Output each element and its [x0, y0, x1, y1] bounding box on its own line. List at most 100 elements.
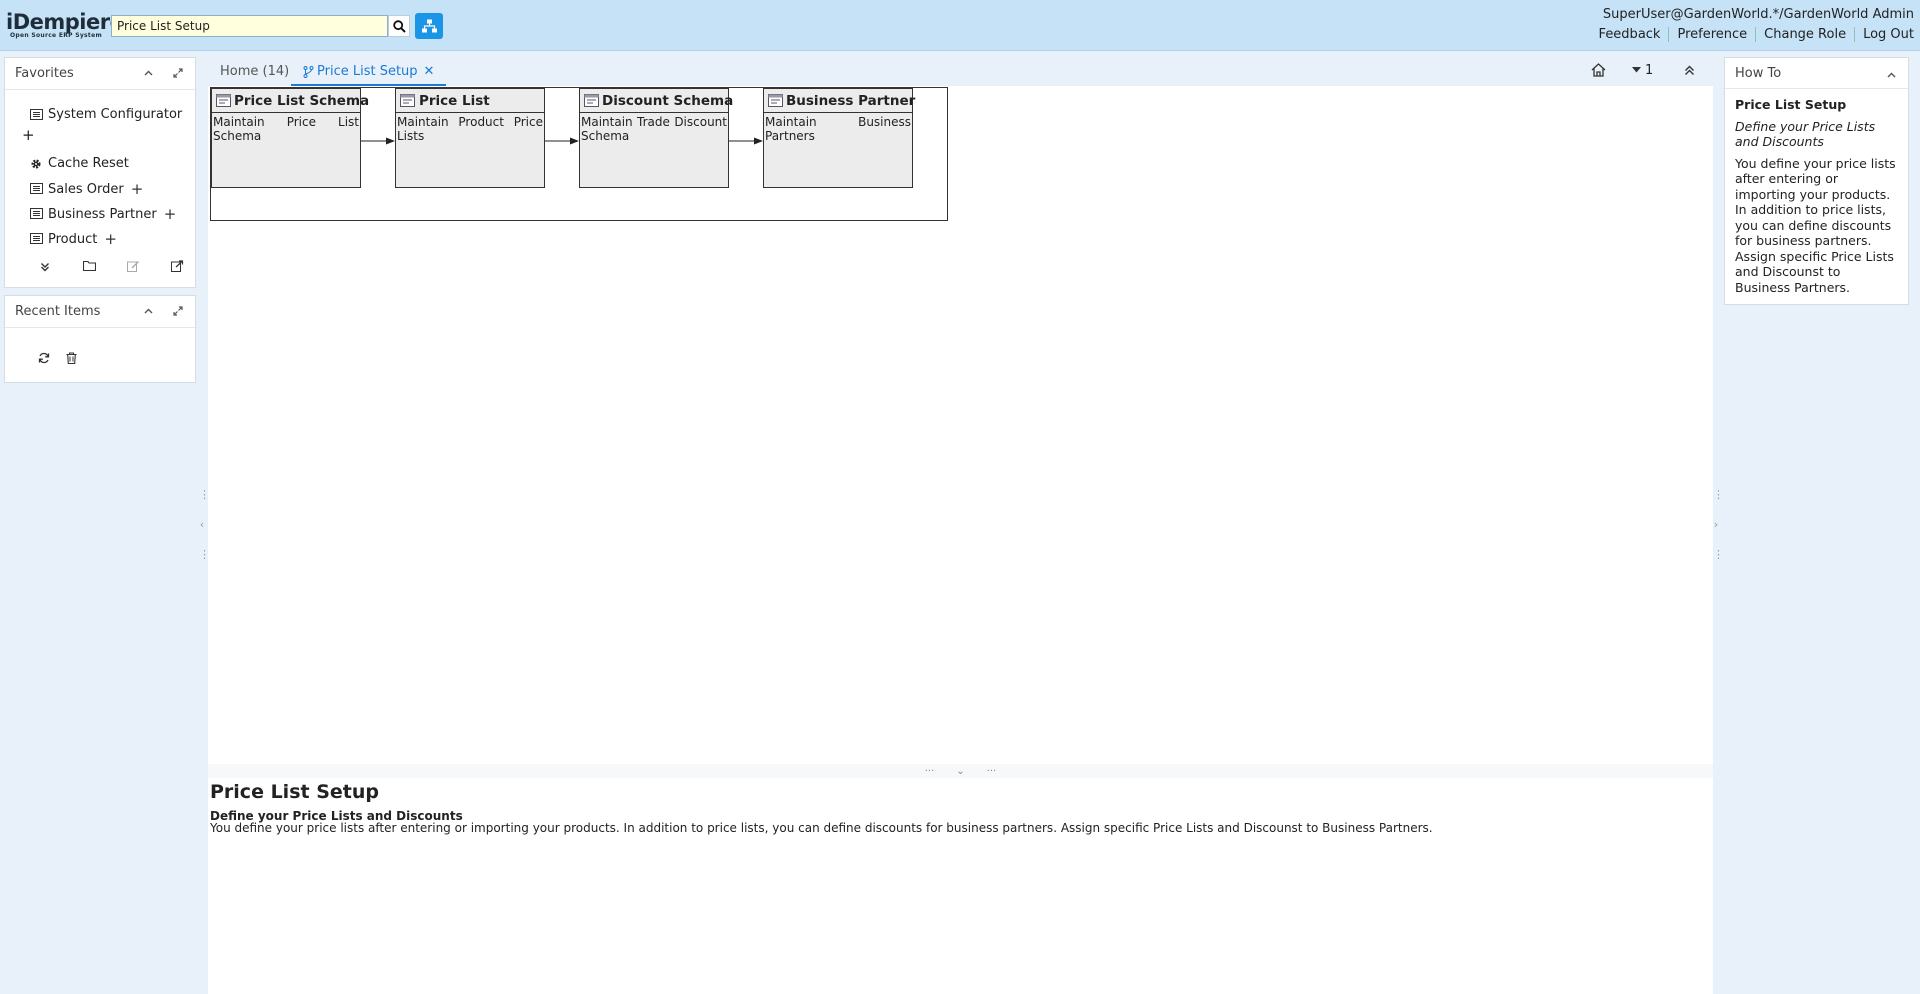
workflow-node-business-partner[interactable]: Business Partner Maintain Business Partn… — [763, 88, 916, 188]
share-button[interactable] — [171, 260, 184, 275]
expand-all-button[interactable] — [40, 261, 50, 275]
header-links: Feedback Preference Change Role Log Out — [1591, 27, 1914, 42]
workflow-description: You define your price lists after enteri… — [210, 821, 1433, 835]
new-record-button[interactable]: + — [104, 230, 117, 248]
left-splitter-handle[interactable]: ⋮ ‹ ⋮ — [199, 480, 210, 570]
search-button[interactable] — [388, 15, 410, 37]
chevron-up-icon — [144, 308, 152, 314]
open-window-count: 1 — [1645, 62, 1654, 78]
recent-items-title: Recent Items — [15, 304, 101, 319]
new-record-button[interactable]: + — [164, 205, 177, 223]
recent-items-panel: Recent Items — [4, 295, 196, 383]
node-description: Maintain Business Partners — [765, 115, 911, 143]
workflow-node-discount-schema[interactable]: Discount Schema Maintain Trade Discount … — [579, 88, 733, 188]
favorite-label: Business Partner — [48, 206, 157, 222]
horizontal-splitter[interactable]: ··· ⌄ ··· — [208, 764, 1713, 778]
app-header: iDempiere Open Source ERP System SuperUs… — [0, 0, 1920, 51]
logout-link[interactable]: Log Out — [1854, 27, 1914, 42]
workflow-arrow — [729, 137, 763, 145]
workflow-diagram: Price List Schema Maintain Price List Sc… — [210, 87, 948, 221]
search-icon — [392, 19, 406, 33]
tab-price-list-setup[interactable]: Price List Setup ✕ — [291, 59, 447, 86]
delete-button[interactable] — [66, 352, 77, 367]
node-title-text: Discount Schema — [602, 92, 734, 109]
splitter-grip: ··· — [986, 765, 997, 777]
main-content: Home (14) Price List Setup ✕ 1 Price Lis… — [208, 54, 1713, 994]
double-chevron-up-icon — [1685, 65, 1694, 75]
preference-link[interactable]: Preference — [1668, 27, 1755, 42]
workflow-node-price-list[interactable]: Price List Maintain Product Price Lists — [395, 88, 545, 188]
node-description: Maintain Trade Discount Schema — [581, 115, 727, 143]
edit-button[interactable] — [127, 260, 140, 275]
window-icon — [584, 93, 599, 108]
maximize-button[interactable] — [171, 304, 185, 318]
window-list-dropdown[interactable]: 1 — [1632, 60, 1653, 80]
window-icon — [30, 108, 44, 121]
collapse-button[interactable] — [141, 304, 155, 318]
node-description: Maintain Product Price Lists — [397, 115, 543, 143]
node-title: Business Partner — [764, 89, 916, 113]
node-title-text: Price List Schema — [234, 92, 370, 109]
gear-icon — [30, 158, 44, 170]
favorites-title: Favorites — [15, 66, 74, 81]
node-title-text: Business Partner — [786, 92, 916, 109]
recent-items-header: Recent Items — [5, 296, 195, 328]
collapse-header-button[interactable] — [1684, 60, 1695, 80]
expand-icon — [173, 68, 183, 78]
folder-icon — [82, 260, 97, 272]
edit-icon — [127, 261, 139, 272]
node-title-text: Price List — [419, 92, 490, 109]
favorites-header: Favorites — [5, 58, 195, 90]
refresh-button[interactable] — [38, 352, 50, 367]
how-to-heading: Price List Setup — [1735, 97, 1847, 112]
chevron-down-icon[interactable]: ⌄ — [956, 766, 964, 777]
window-icon — [30, 233, 44, 245]
workflow-node-price-list-schema[interactable]: Price List Schema Maintain Price List Sc… — [211, 88, 369, 188]
workflow-title: Price List Setup — [210, 781, 379, 803]
expand-icon — [173, 306, 183, 316]
menu-tree-button[interactable] — [415, 13, 443, 39]
favorite-item-product[interactable]: Product + — [30, 230, 117, 248]
workflow-icon — [303, 65, 314, 78]
home-button[interactable] — [1591, 60, 1606, 80]
caret-down-icon — [1632, 67, 1641, 73]
favorite-label: Sales Order — [48, 181, 124, 197]
right-splitter-handle[interactable]: ⋮ › ⋮ — [1713, 480, 1724, 570]
favorite-item-system-configurator[interactable]: System Configurator — [30, 107, 182, 122]
tab-label: Price List Setup — [317, 64, 418, 79]
logo[interactable]: iDempiere Open Source ERP System — [6, 12, 124, 40]
chevron-up-icon — [1887, 72, 1896, 78]
favorite-item-sales-order[interactable]: Sales Order + — [30, 180, 143, 198]
trash-icon — [66, 352, 77, 365]
collapse-button[interactable] — [141, 66, 155, 80]
node-title: Price List Schema — [212, 89, 369, 113]
window-icon — [30, 208, 44, 220]
node-title: Discount Schema — [580, 89, 733, 113]
chevron-up-icon — [144, 70, 152, 76]
how-to-panel: How To Price List Setup Define your Pric… — [1724, 57, 1909, 305]
favorites-panel: Favorites System Configurator + Cache Re… — [4, 57, 196, 288]
home-icon — [1591, 63, 1606, 77]
maximize-button[interactable] — [171, 66, 185, 80]
add-favorite-button[interactable]: + — [22, 126, 35, 144]
tab-bar: Home (14) Price List Setup ✕ 1 — [208, 54, 1713, 86]
splitter-grip: ··· — [924, 765, 935, 777]
favorite-label: Product — [48, 231, 98, 247]
global-search-input[interactable] — [111, 15, 388, 37]
feedback-link[interactable]: Feedback — [1591, 27, 1669, 42]
new-folder-button[interactable] — [82, 260, 97, 274]
tab-home[interactable]: Home (14) — [208, 59, 301, 86]
close-tab-button[interactable]: ✕ — [424, 64, 435, 79]
window-icon — [768, 93, 783, 108]
collapse-button[interactable] — [1887, 67, 1896, 82]
how-to-header: How To — [1725, 58, 1908, 89]
user-role-label[interactable]: SuperUser@GardenWorld.*/GardenWorld Admi… — [1603, 7, 1914, 22]
how-to-text: You define your price lists after enteri… — [1735, 155, 1896, 295]
new-record-button[interactable]: + — [131, 180, 144, 198]
how-to-body: Price List Setup Define your Price Lists… — [1725, 89, 1908, 303]
window-icon — [216, 93, 231, 108]
change-role-link[interactable]: Change Role — [1755, 27, 1854, 42]
favorite-item-business-partner[interactable]: Business Partner + — [30, 205, 176, 223]
favorite-label: System Configurator — [48, 107, 183, 122]
favorite-item-cache-reset[interactable]: Cache Reset — [30, 156, 129, 171]
